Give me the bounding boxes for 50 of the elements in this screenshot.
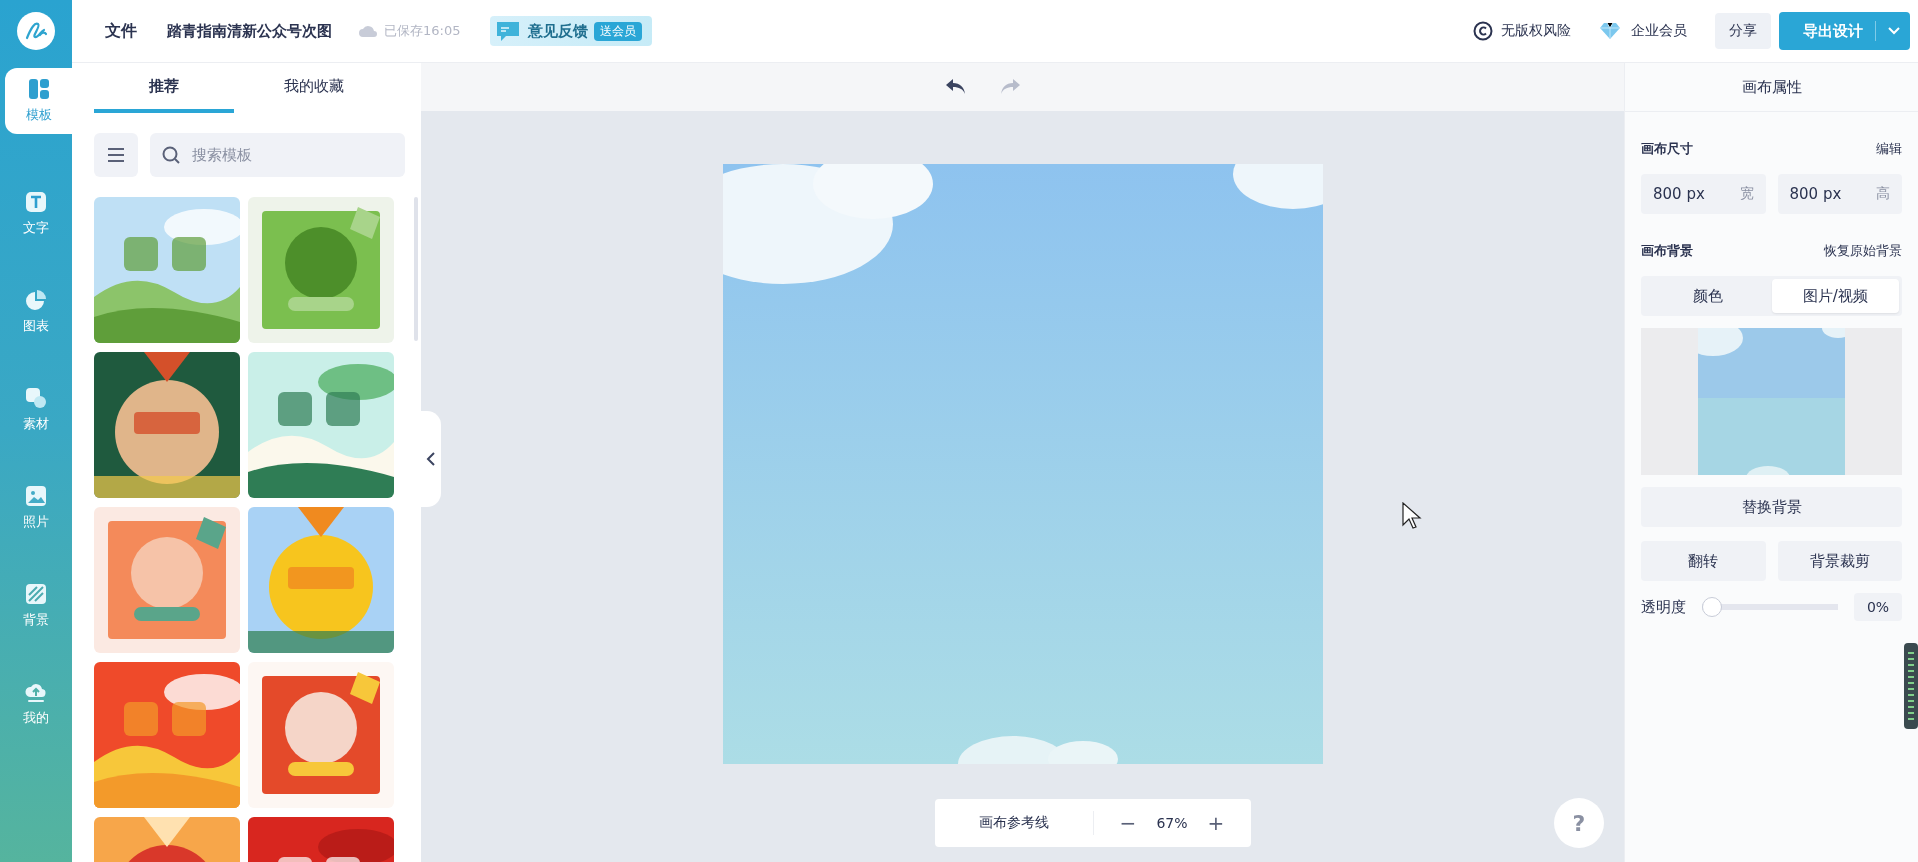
undo-icon[interactable] bbox=[944, 78, 967, 96]
file-menu[interactable]: 文件 bbox=[105, 20, 137, 42]
action-button[interactable]: 翻转 bbox=[1641, 541, 1766, 581]
panel-title: 画布属性 bbox=[1625, 63, 1918, 112]
guides-button[interactable]: 画布参考线 bbox=[935, 814, 1093, 832]
upload-icon bbox=[25, 681, 47, 703]
slider-label: 透明度 bbox=[1641, 597, 1686, 617]
section-label: 画布背景 bbox=[1641, 242, 1693, 260]
mode-tab[interactable]: 图片/视频 bbox=[1771, 279, 1899, 313]
save-status: 已保存16:05 bbox=[384, 22, 461, 40]
replace-background-button[interactable]: 替换背景 bbox=[1641, 487, 1902, 527]
zoom-out-button[interactable]: − bbox=[1114, 811, 1142, 835]
collapse-handle[interactable] bbox=[421, 411, 441, 507]
chevron-left-icon bbox=[426, 452, 436, 466]
action-button[interactable]: 背景裁剪 bbox=[1777, 541, 1902, 581]
mode-tab[interactable]: 颜色 bbox=[1644, 279, 1772, 313]
membership-link[interactable]: 企业会员 bbox=[1631, 22, 1687, 40]
badge: 送会员 bbox=[594, 21, 643, 41]
share-button[interactable]: 分享 bbox=[1715, 13, 1771, 49]
edit-link[interactable]: 编辑 bbox=[1876, 140, 1902, 158]
background-icon bbox=[25, 583, 47, 605]
size-field[interactable]: 800 px 高 bbox=[1777, 174, 1902, 214]
slider-thumb[interactable] bbox=[1702, 597, 1722, 617]
chart-icon bbox=[25, 289, 47, 311]
opacity-value: 0% bbox=[1854, 593, 1902, 621]
menu-button[interactable] bbox=[94, 133, 138, 177]
zoom-in-button[interactable]: + bbox=[1202, 811, 1230, 835]
document-title: 踏青指南清新公众号次图 bbox=[167, 21, 332, 41]
diamond-icon bbox=[1599, 22, 1621, 40]
meter-widget-icon[interactable] bbox=[1904, 643, 1918, 729]
copyright-icon bbox=[1473, 21, 1493, 41]
restore-link[interactable]: 恢复原始背景 bbox=[1824, 242, 1902, 260]
search-icon bbox=[162, 146, 180, 164]
feedback-banner[interactable]: 意见反馈 送会员 bbox=[490, 16, 653, 46]
size-field[interactable]: 800 px 宽 bbox=[1641, 174, 1766, 214]
caret-icon bbox=[1888, 27, 1900, 35]
redo-icon[interactable] bbox=[998, 78, 1021, 96]
copyright-label: 无版权风险 bbox=[1501, 22, 1571, 40]
panel-tab[interactable]: 我的收藏 bbox=[244, 63, 384, 113]
panel-tab[interactable]: 推荐 bbox=[94, 63, 234, 113]
material-icon bbox=[25, 387, 47, 409]
text-icon bbox=[25, 191, 47, 213]
zoom-level: 67% bbox=[1155, 815, 1189, 831]
pointer-icon bbox=[1402, 502, 1422, 530]
section-label: 画布尺寸 bbox=[1641, 140, 1693, 158]
photo-icon bbox=[25, 485, 47, 507]
cloud-icon bbox=[358, 24, 378, 38]
menu-icon bbox=[107, 148, 125, 162]
template-icon bbox=[27, 78, 50, 100]
search-field[interactable]: 搜索模板 bbox=[150, 133, 405, 177]
